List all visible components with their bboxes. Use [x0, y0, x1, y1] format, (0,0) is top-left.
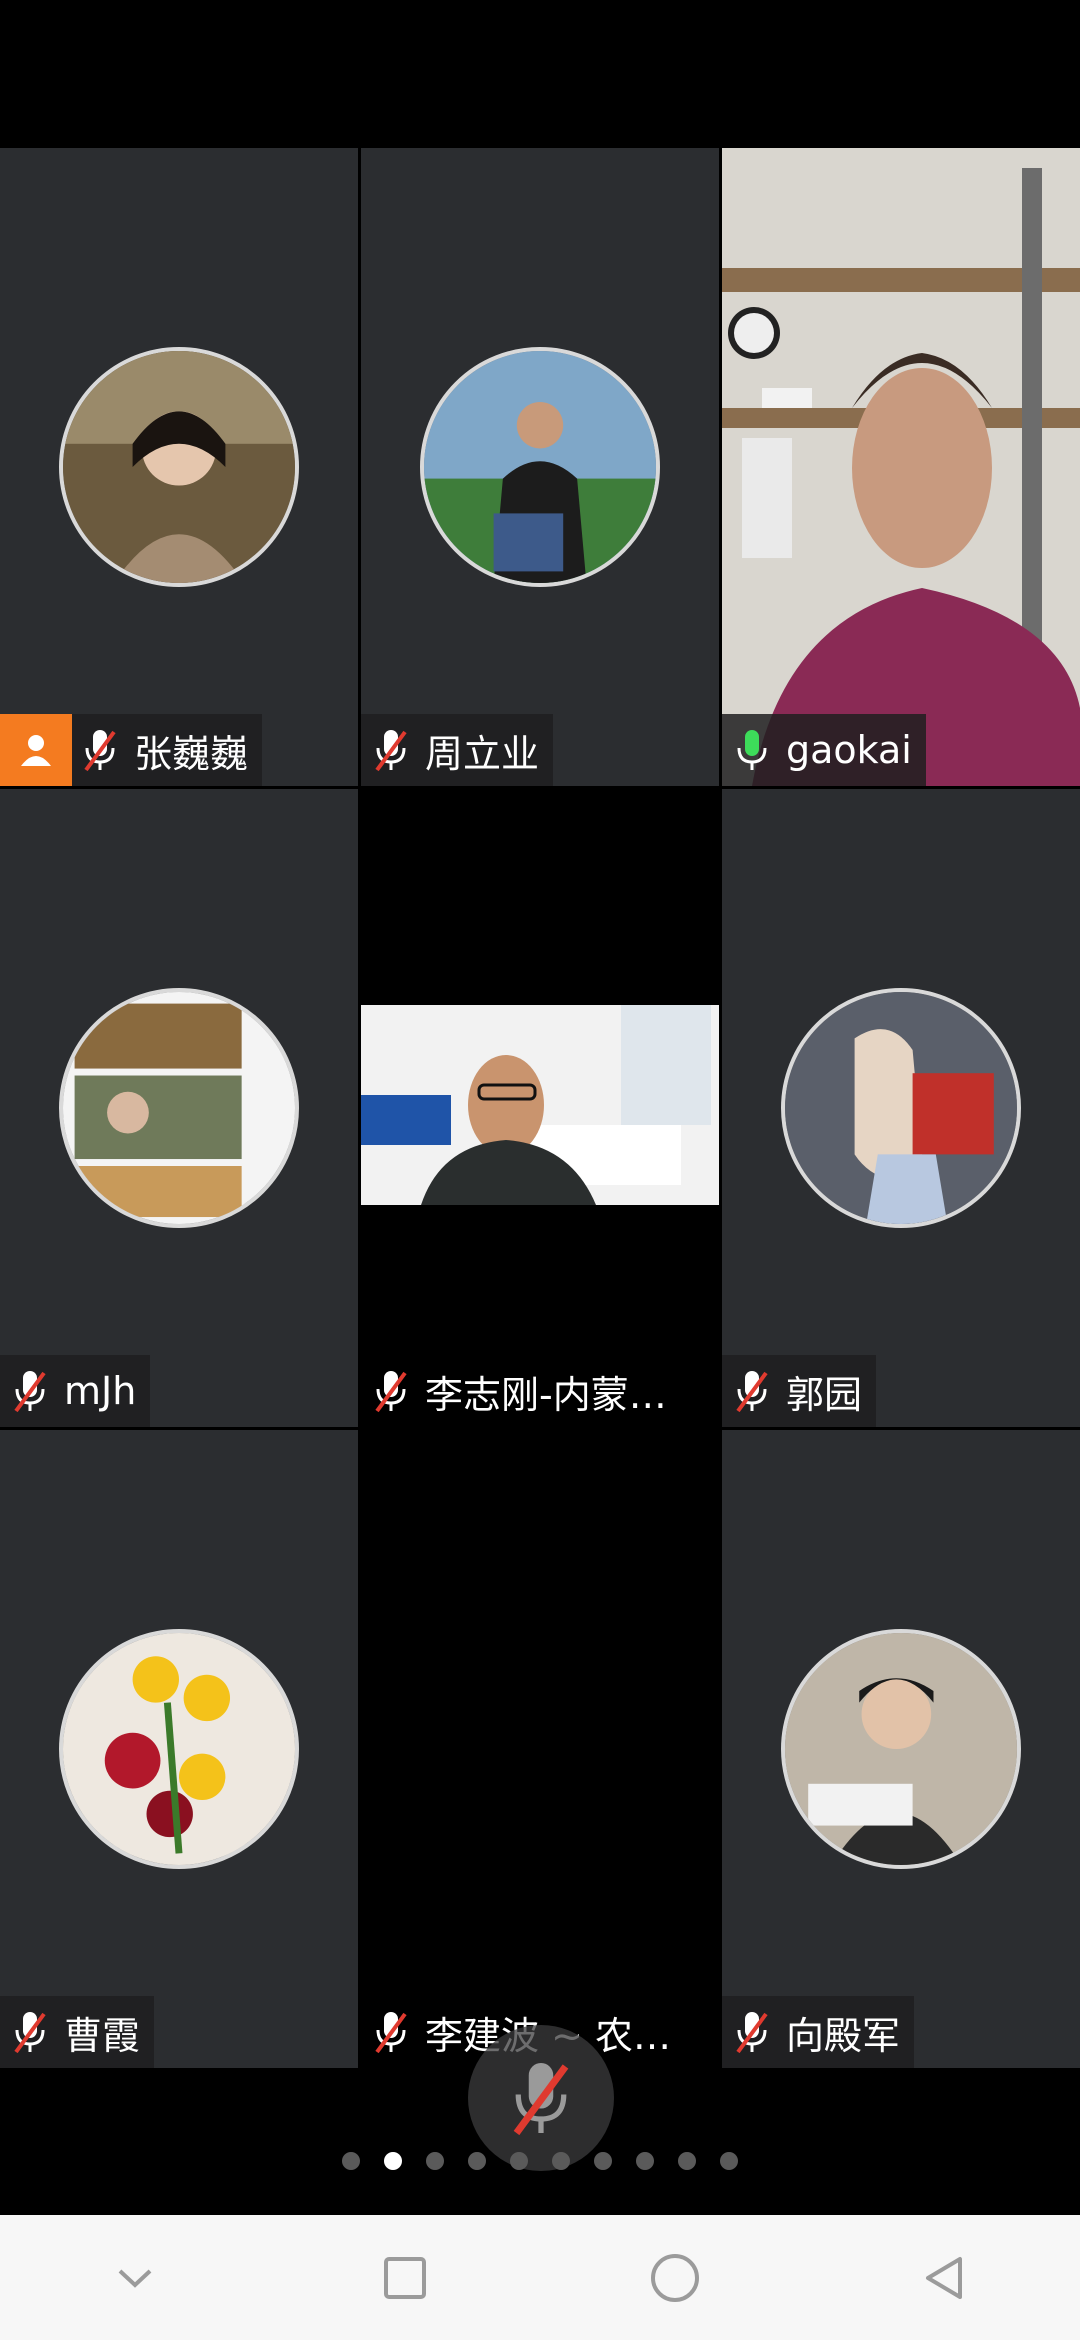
avatar: [59, 347, 299, 587]
page-indicator[interactable]: [0, 2152, 1080, 2170]
mic-off-icon: [732, 1367, 772, 1415]
mic-off-icon: [10, 2008, 50, 2056]
participant-name: gaokai: [786, 728, 912, 772]
avatar: [781, 1629, 1021, 1869]
avatar: [59, 1629, 299, 1869]
mic-off-icon: [371, 2008, 411, 2056]
status-area: [0, 0, 1080, 148]
avatar: [781, 988, 1021, 1228]
avatar: [59, 988, 299, 1228]
circle-icon[interactable]: [635, 2238, 715, 2318]
mic-off-icon: [10, 1367, 50, 1415]
page-dot[interactable]: [510, 2152, 528, 2170]
page-dot[interactable]: [720, 2152, 738, 2170]
mic-off-icon: [80, 726, 120, 774]
mic-off-icon: [513, 2063, 569, 2136]
participant-tile[interactable]: mJh: [0, 789, 358, 1427]
camera-video: [361, 1005, 719, 1205]
mute-toggle-button[interactable]: [468, 2025, 614, 2171]
page-dot[interactable]: [384, 2152, 402, 2170]
video-grid: 张巍巍 周立业 gaokai mJh 李志刚-内蒙… 郭园 曹霞 李建波 农… …: [0, 148, 1080, 2068]
participant-tile[interactable]: 李志刚-内蒙…: [361, 789, 719, 1427]
participant-tile[interactable]: 郭园: [722, 789, 1080, 1427]
page-dot[interactable]: [678, 2152, 696, 2170]
participant-name: 周立业: [425, 731, 540, 776]
page-dot[interactable]: [552, 2152, 570, 2170]
participant-name: 向殿军: [786, 2013, 901, 2058]
participant-tile[interactable]: 向殿军: [722, 1430, 1080, 2068]
participant-name: mJh: [64, 1369, 137, 1413]
chevron-down-icon[interactable]: [95, 2238, 175, 2318]
participant-name: 张巍巍: [134, 731, 249, 776]
participant-name: 李志刚-内蒙…: [425, 1372, 667, 1417]
participant-tile[interactable]: 张巍巍: [0, 148, 358, 786]
name-tag: mJh: [0, 1355, 151, 1427]
square-icon[interactable]: [365, 2238, 445, 2318]
name-tag: gaokai: [722, 714, 926, 786]
participant-tile[interactable]: 李建波 ~ 农…: [361, 1430, 719, 2068]
page-dot[interactable]: [342, 2152, 360, 2170]
name-tag: 周立业: [361, 714, 554, 786]
participant-tile[interactable]: 曹霞: [0, 1430, 358, 2068]
name-tag: 张巍巍: [0, 714, 263, 786]
page-dot[interactable]: [636, 2152, 654, 2170]
person-icon: [0, 714, 72, 786]
page-dot[interactable]: [468, 2152, 486, 2170]
page-dot[interactable]: [426, 2152, 444, 2170]
mic-off-icon: [371, 1367, 411, 1415]
name-tag: 李志刚-内蒙…: [361, 1355, 681, 1427]
triangle-back-icon[interactable]: [905, 2238, 985, 2318]
name-tag: 向殿军: [722, 1996, 915, 2068]
participant-name: 郭园: [786, 1372, 863, 1417]
mic-off-icon: [371, 726, 411, 774]
mic-off-icon: [732, 2008, 772, 2056]
participant-tile[interactable]: 周立业: [361, 148, 719, 786]
mic-icon: [732, 726, 772, 774]
camera-video: [722, 148, 1080, 786]
name-tag: 郭园: [722, 1355, 877, 1427]
participant-name: 曹霞: [64, 2013, 141, 2058]
avatar: [420, 347, 660, 587]
name-tag: 曹霞: [0, 1996, 155, 2068]
page-dot[interactable]: [594, 2152, 612, 2170]
system-navbar: [0, 2215, 1080, 2340]
participant-tile-active-speaker[interactable]: gaokai: [722, 148, 1080, 786]
